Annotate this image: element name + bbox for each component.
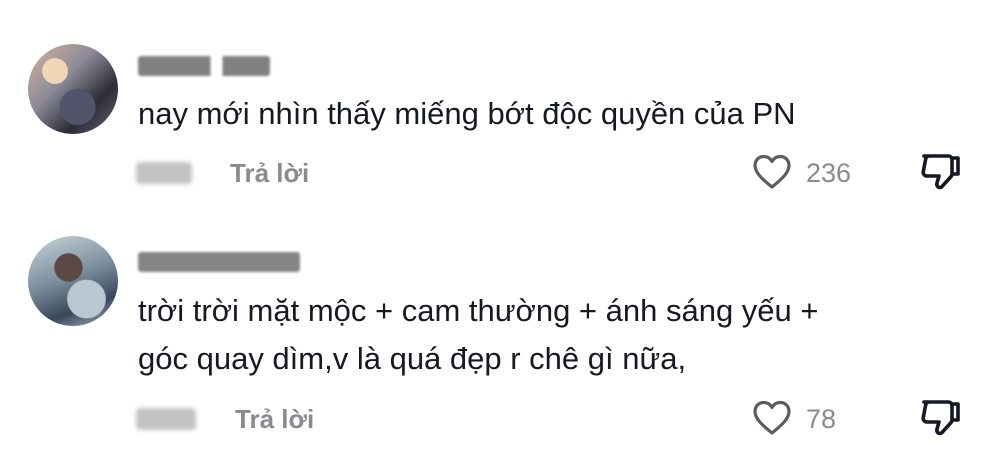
- comment-actions: Trả lời 78: [0, 398, 1000, 438]
- comment-actions: Trả lời 236: [0, 152, 1000, 192]
- timestamp-blurred: [136, 162, 192, 184]
- comment-text: nay mới nhìn thấy miếng bớt độc quyền củ…: [138, 90, 796, 138]
- comment-text-line: trời trời mặt mộc + cam thường + ánh sán…: [138, 293, 819, 328]
- comment-text-line: nay mới nhìn thấy miếng bớt độc quyền củ…: [138, 96, 796, 131]
- thumbs-down-icon[interactable]: [918, 152, 962, 194]
- timestamp-blurred: [136, 408, 196, 430]
- username-blurred[interactable]: [138, 252, 300, 272]
- thumbs-down-icon[interactable]: [918, 398, 962, 440]
- comment-item: nay mới nhìn thấy miếng bớt độc quyền củ…: [0, 0, 1000, 210]
- reply-button[interactable]: Trả lời: [235, 403, 314, 435]
- heart-icon[interactable]: [752, 153, 792, 191]
- comment-text-line: góc quay dìm,v là quá đẹp r chê gì nữa,: [138, 341, 687, 376]
- comment-item: trời trời mặt mộc + cam thường + ánh sán…: [0, 210, 1000, 450]
- like-count: 236: [806, 158, 852, 188]
- reply-button[interactable]: Trả lời: [230, 157, 309, 189]
- comment-text: trời trời mặt mộc + cam thường + ánh sán…: [138, 287, 819, 383]
- like-count: 78: [806, 404, 837, 434]
- avatar[interactable]: [28, 236, 118, 326]
- avatar[interactable]: [28, 44, 118, 134]
- username-blurred[interactable]: [138, 56, 270, 76]
- heart-icon[interactable]: [752, 399, 792, 437]
